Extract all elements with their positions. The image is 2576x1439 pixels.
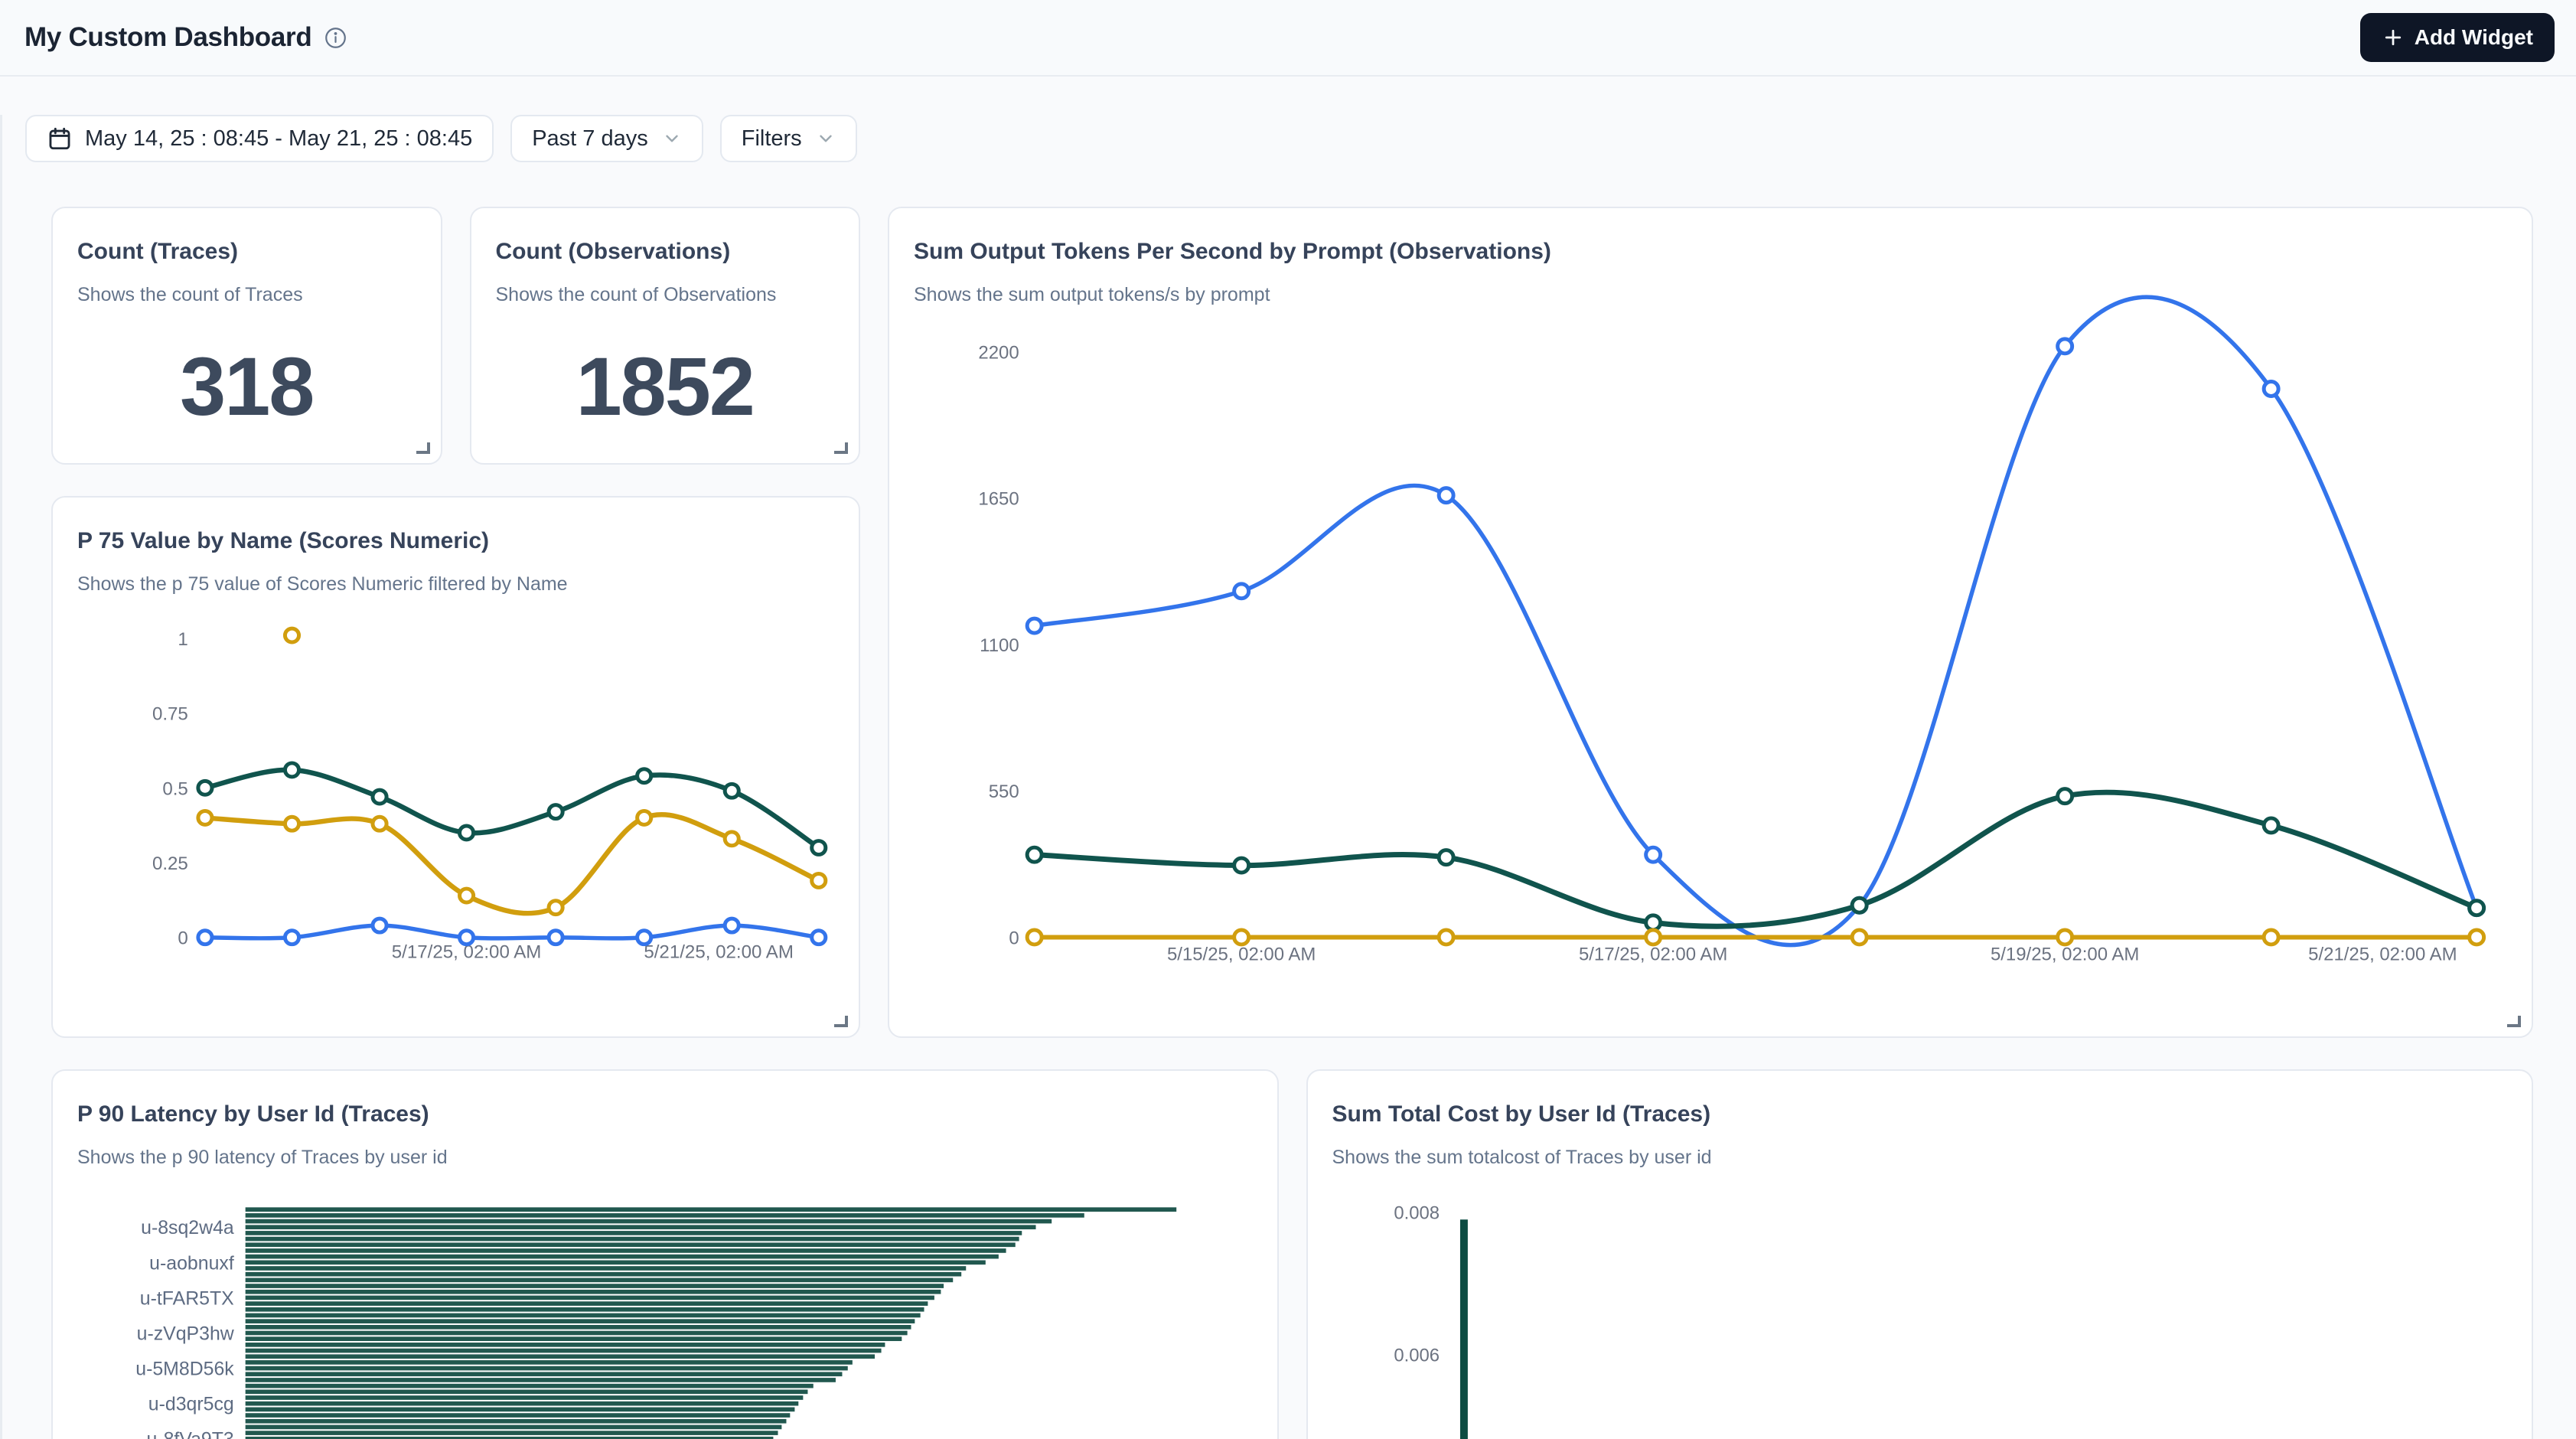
svg-text:550: 550: [989, 781, 1019, 802]
filters-label: Filters: [742, 126, 802, 152]
count-traces-value: 318: [53, 338, 441, 434]
chevron-down-icon: [662, 129, 682, 148]
svg-text:5/15/25, 02:00 AM: 5/15/25, 02:00 AM: [1167, 944, 1316, 964]
resize-corner-icon[interactable]: [2507, 1016, 2521, 1027]
sum-total-cost-bar-chart[interactable]: 0.008 0.006: [1308, 1071, 2532, 1439]
widget-p90-latency: P 90 Latency by User Id (Traces) Shows t…: [51, 1069, 1279, 1439]
date-range-label: May 14, 25 : 08:45 - May 21, 25 : 08:45: [85, 126, 472, 152]
chevron-down-icon: [816, 129, 836, 148]
widget-subtitle: Shows the count of Traces: [77, 283, 416, 306]
svg-text:0: 0: [178, 928, 187, 949]
resize-corner-icon[interactable]: [834, 1016, 848, 1027]
filter-bar: May 14, 25 : 08:45 - May 21, 25 : 08:45 …: [25, 115, 2555, 162]
widget-p75-scores: P 75 Value by Name (Scores Numeric) Show…: [51, 496, 860, 1038]
svg-text:1650: 1650: [978, 489, 1019, 510]
svg-text:0.5: 0.5: [162, 778, 188, 799]
svg-text:5/17/25, 02:00 AM: 5/17/25, 02:00 AM: [1579, 944, 1727, 964]
svg-text:5/21/25, 02:00 AM: 5/21/25, 02:00 AM: [644, 942, 794, 963]
widget-title: Count (Observations): [496, 237, 835, 266]
resize-corner-icon[interactable]: [416, 442, 430, 454]
svg-text:0.75: 0.75: [152, 704, 188, 725]
svg-text:1: 1: [178, 629, 187, 650]
dashboard-content: May 14, 25 : 08:45 - May 21, 25 : 08:45 …: [0, 115, 2576, 1439]
p90-latency-bar-chart[interactable]: u-8sq2w4a u-aobnuxf u-tFAR5TX u-zVqP3hw u-5M…: [53, 1071, 1277, 1439]
info-icon[interactable]: [324, 26, 347, 50]
svg-text:1100: 1100: [980, 635, 1019, 656]
svg-text:u-8fVa9T3: u-8fVa9T3: [147, 1429, 234, 1439]
svg-text:0: 0: [1009, 928, 1019, 948]
time-range-preset-label: Past 7 days: [532, 126, 648, 152]
svg-text:u-aobnuxf: u-aobnuxf: [149, 1252, 234, 1274]
widget-sum-output-tokens: Sum Output Tokens Per Second by Prompt (…: [888, 207, 2533, 1038]
svg-text:0.008: 0.008: [1394, 1202, 1440, 1223]
page-header: My Custom Dashboard Add Widget: [0, 0, 2576, 77]
add-widget-button[interactable]: Add Widget: [2360, 13, 2555, 62]
filters-dropdown[interactable]: Filters: [720, 115, 857, 162]
sum-output-tokens-line-chart[interactable]: 2200 1650 1100 550 0 5/15/25, 02:00 AM 5/17/25…: [889, 208, 2532, 1036]
svg-text:u-tFAR5TX: u-tFAR5TX: [140, 1287, 234, 1309]
widget-sum-total-cost: Sum Total Cost by User Id (Traces) Shows…: [1306, 1069, 2534, 1439]
widget-title: Count (Traces): [77, 237, 416, 266]
p75-scores-line-chart[interactable]: 10.750.50.2505/17/25, 02:00 AM5/21/25, 0…: [53, 498, 859, 1036]
svg-text:2200: 2200: [978, 342, 1019, 363]
svg-text:u-5M8D56k: u-5M8D56k: [135, 1359, 234, 1380]
date-range-picker[interactable]: May 14, 25 : 08:45 - May 21, 25 : 08:45: [25, 115, 494, 162]
widget-grid: Count (Traces) Shows the count of Traces…: [51, 207, 2533, 1439]
add-widget-label: Add Widget: [2415, 25, 2533, 50]
plus-icon: [2382, 26, 2405, 49]
svg-text:u-zVqP3hw: u-zVqP3hw: [137, 1323, 235, 1344]
calendar-icon: [47, 126, 73, 152]
count-observations-value: 1852: [471, 338, 859, 434]
svg-text:0.006: 0.006: [1394, 1346, 1440, 1366]
widget-count-observations: Count (Observations) Shows the count of …: [470, 207, 861, 465]
time-range-preset-select[interactable]: Past 7 days: [510, 115, 703, 162]
svg-text:5/21/25, 02:00 AM: 5/21/25, 02:00 AM: [2308, 944, 2457, 964]
svg-text:5/19/25, 02:00 AM: 5/19/25, 02:00 AM: [1991, 944, 2139, 964]
svg-text:u-d3qr5cg: u-d3qr5cg: [148, 1394, 234, 1415]
svg-text:0.25: 0.25: [152, 853, 188, 874]
svg-text:u-8sq2w4a: u-8sq2w4a: [141, 1217, 234, 1238]
resize-corner-icon[interactable]: [834, 442, 848, 454]
widget-count-traces: Count (Traces) Shows the count of Traces…: [51, 207, 442, 465]
widget-subtitle: Shows the count of Observations: [496, 283, 835, 306]
page-title: My Custom Dashboard: [24, 22, 311, 53]
